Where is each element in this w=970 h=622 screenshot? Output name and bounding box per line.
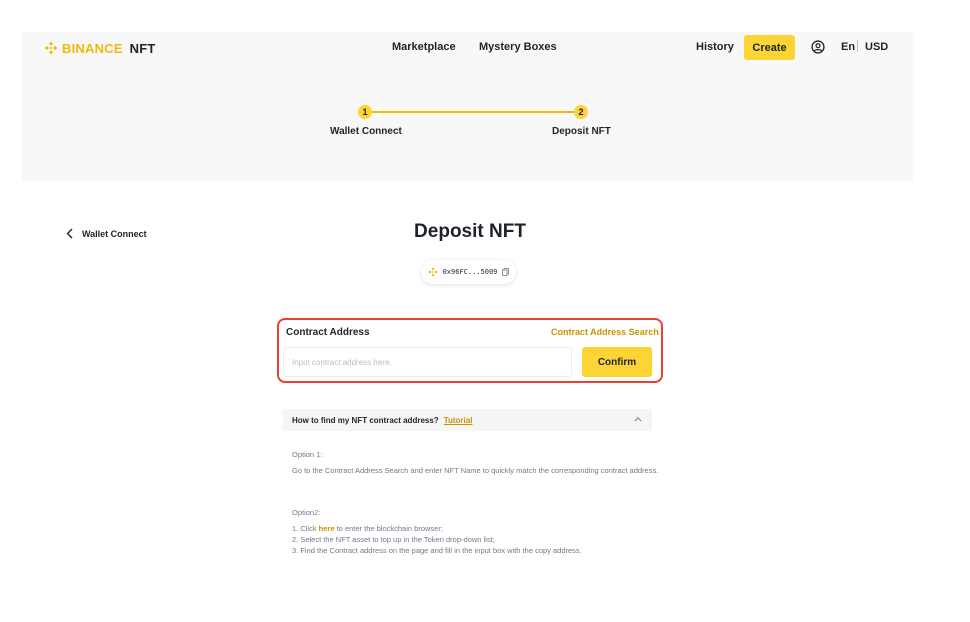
binance-nft-logo[interactable]: BINANCE NFT <box>44 40 156 56</box>
option-2-title: Option2: <box>292 508 321 517</box>
copy-icon[interactable] <box>502 268 510 276</box>
nav-history[interactable]: History <box>696 41 734 53</box>
option-2-step-3: 3. Find the Contract address on the page… <box>292 546 582 555</box>
step-2-label: Deposit NFT <box>552 126 611 137</box>
currency-selector[interactable]: USD <box>865 41 888 53</box>
binance-logo-icon <box>44 41 58 55</box>
step-1-label: Wallet Connect <box>330 126 402 137</box>
page-title: Deposit NFT <box>414 221 526 242</box>
blockchain-browser-link[interactable]: here <box>319 524 335 533</box>
option-1-title: Option 1: <box>292 450 323 459</box>
language-currency-divider <box>857 40 858 52</box>
nav-marketplace[interactable]: Marketplace <box>392 41 456 53</box>
contract-address-label: Contract Address <box>286 327 370 338</box>
step-2-indicator: 2 <box>574 105 588 119</box>
stepper-progress-line <box>372 111 575 113</box>
tutorial-link[interactable]: Tutorial <box>444 416 473 425</box>
wallet-address: 0x96FC...5009 <box>442 268 498 276</box>
create-button[interactable]: Create <box>744 35 795 60</box>
nav-mystery-boxes[interactable]: Mystery Boxes <box>479 41 557 53</box>
wallet-address-pill[interactable]: 0x96FC...5009 <box>421 260 516 284</box>
logo-brand-text: BINANCE <box>62 40 123 56</box>
step-1-indicator: 1 <box>358 105 372 119</box>
option-2-step-1-prefix: 1. Click <box>292 524 319 533</box>
faq-question: How to find my NFT contract address? <box>292 415 439 425</box>
contract-address-search-link[interactable]: Contract Address Search <box>551 327 659 337</box>
chevron-up-icon[interactable] <box>634 416 642 422</box>
faq-accordion-header[interactable]: How to find my NFT contract address? Tut… <box>283 409 652 431</box>
language-selector[interactable]: En <box>841 41 855 53</box>
option-2-step-1-suffix: to enter the blockchain browser; <box>334 524 443 533</box>
option-2-step-2: 2. Select the NFT asset to top up in the… <box>292 535 495 544</box>
bnb-coin-icon <box>428 267 438 277</box>
logo-nft-text: NFT <box>129 40 156 56</box>
option-2-step-1: 1. Click here to enter the blockchain br… <box>292 524 443 535</box>
contract-address-input[interactable] <box>283 347 572 377</box>
option-1-description: Go to the Contract Address Search and en… <box>292 466 659 475</box>
confirm-button[interactable]: Confirm <box>582 347 652 377</box>
user-circle-icon[interactable] <box>811 40 825 54</box>
